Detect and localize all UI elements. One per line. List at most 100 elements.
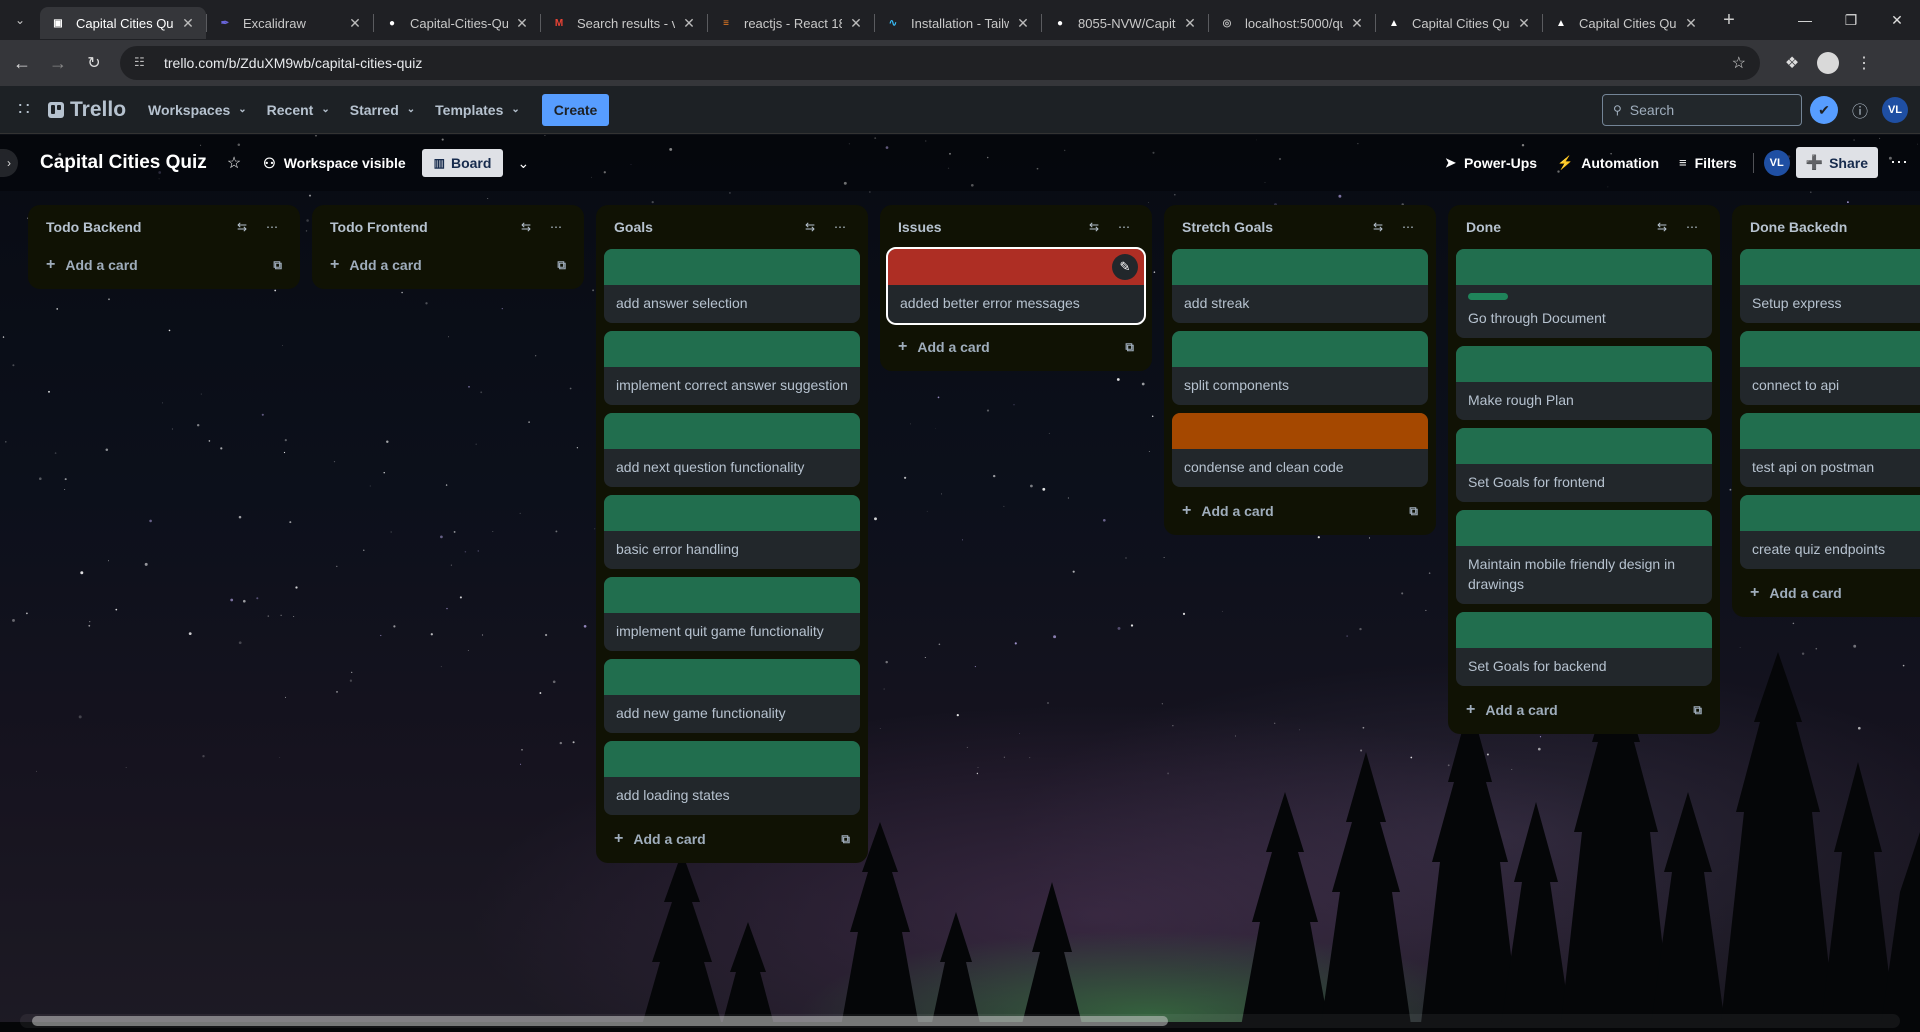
browser-tab[interactable]: ∿ Installation - Tailw ✕ xyxy=(875,7,1041,39)
browser-tab[interactable]: M Search results - vi ✕ xyxy=(541,7,707,39)
back-icon[interactable]: ← xyxy=(4,45,40,81)
card[interactable]: Maintain mobile friendly design in drawi… xyxy=(1456,510,1712,604)
nav-templates[interactable]: Templates ⌄ xyxy=(425,94,530,126)
close-window-icon[interactable]: ✕ xyxy=(1874,0,1920,40)
board-view-button[interactable]: ▥ Board xyxy=(421,149,504,177)
browser-tab[interactable]: ◎ localhost:5000/qu ✕ xyxy=(1209,7,1375,39)
extensions-icon[interactable]: ❖ xyxy=(1774,53,1810,73)
list-title[interactable]: Done Backedn xyxy=(1750,219,1920,235)
list-title[interactable]: Todo Backend xyxy=(46,219,224,235)
list-title[interactable]: Goals xyxy=(614,219,792,235)
trello-logo[interactable]: Trello xyxy=(48,98,126,122)
create-from-template-icon[interactable]: ⧉ xyxy=(1125,340,1134,355)
close-tab-icon[interactable]: ✕ xyxy=(848,15,864,32)
help-icon[interactable]: ⓘ xyxy=(1844,98,1876,122)
list-menu-icon[interactable]: ⋯ xyxy=(828,220,852,234)
filters-button[interactable]: ≡ Filters xyxy=(1669,149,1747,177)
minimize-icon[interactable]: — xyxy=(1782,0,1828,40)
collapse-list-icon[interactable]: ⇆ xyxy=(1082,220,1106,234)
close-tab-icon[interactable]: ✕ xyxy=(347,15,363,32)
chevron-down-icon[interactable]: ⌄ xyxy=(517,155,529,172)
edit-card-icon[interactable]: ✎ xyxy=(1112,254,1138,280)
card[interactable]: condense and clean code xyxy=(1172,413,1428,487)
card[interactable]: implement correct answer suggestion xyxy=(604,331,860,405)
close-tab-icon[interactable]: ✕ xyxy=(1015,15,1031,32)
nav-starred[interactable]: Starred ⌄ xyxy=(340,94,425,126)
browser-tab[interactable]: ▣ Capital Cities Quiz ✕ xyxy=(40,7,206,39)
browser-tab[interactable]: ● Capital-Cities-Qui ✕ xyxy=(374,7,540,39)
card[interactable]: add new game functionality xyxy=(604,659,860,733)
horizontal-scrollbar-thumb[interactable] xyxy=(32,1016,1168,1026)
nav-workspaces[interactable]: Workspaces ⌄ xyxy=(138,94,257,126)
card[interactable]: add streak xyxy=(1172,249,1428,323)
list-title[interactable]: Issues xyxy=(898,219,1076,235)
reload-icon[interactable]: ↻ xyxy=(76,45,112,81)
card[interactable]: split components xyxy=(1172,331,1428,405)
nav-recent[interactable]: Recent ⌄ xyxy=(257,94,340,126)
share-button[interactable]: ➕ Share xyxy=(1795,147,1878,178)
card[interactable]: implement quit game functionality xyxy=(604,577,860,651)
card[interactable]: add next question functionality xyxy=(604,413,860,487)
expand-sidebar-button[interactable]: › xyxy=(0,149,18,177)
url-field[interactable]: ☷ trello.com/b/ZduXM9wb/capital-cities-q… xyxy=(120,46,1760,80)
card[interactable]: Setup express xyxy=(1740,249,1920,323)
list-title[interactable]: Todo Frontend xyxy=(330,219,508,235)
browser-tab[interactable]: ≡ reactjs - React 18: ✕ xyxy=(708,7,874,39)
profile-avatar[interactable] xyxy=(1810,52,1846,74)
list-menu-icon[interactable]: ⋯ xyxy=(1112,220,1136,234)
collapse-list-icon[interactable]: ⇆ xyxy=(230,220,254,234)
member-avatar[interactable]: VL xyxy=(1763,149,1790,176)
search-input[interactable]: ⚲ Search xyxy=(1602,94,1802,126)
close-tab-icon[interactable]: ✕ xyxy=(1182,15,1198,32)
collapse-list-icon[interactable]: ⇆ xyxy=(1650,220,1674,234)
card[interactable]: connect to api xyxy=(1740,331,1920,405)
card[interactable]: added better error messages ✎ xyxy=(886,247,1146,325)
list-menu-icon[interactable]: ⋯ xyxy=(260,220,284,234)
list-title[interactable]: Stretch Goals xyxy=(1182,219,1360,235)
collapse-list-icon[interactable]: ⇆ xyxy=(1366,220,1390,234)
browser-tab[interactable]: ▲ Capital Cities Quiz ✕ xyxy=(1376,7,1542,39)
card[interactable]: Set Goals for frontend xyxy=(1456,428,1712,502)
create-from-template-icon[interactable]: ⧉ xyxy=(557,258,566,273)
card[interactable]: test api on postman xyxy=(1740,413,1920,487)
bookmark-star-icon[interactable]: ☆ xyxy=(1732,53,1746,73)
forward-icon[interactable]: → xyxy=(40,45,76,81)
account-avatar[interactable]: VL xyxy=(1882,97,1908,123)
new-tab-button[interactable]: + xyxy=(1713,9,1745,32)
power-ups-button[interactable]: ➤ Power-Ups xyxy=(1435,149,1547,177)
create-from-template-icon[interactable]: ⧉ xyxy=(1693,703,1702,718)
more-options-icon[interactable]: ⋯ xyxy=(1890,152,1908,173)
card[interactable]: add answer selection xyxy=(604,249,860,323)
close-tab-icon[interactable]: ✕ xyxy=(1683,15,1699,32)
collapse-list-icon[interactable]: ⇆ xyxy=(798,220,822,234)
list-menu-icon[interactable]: ⋯ xyxy=(544,220,568,234)
card[interactable]: Go through Document xyxy=(1456,249,1712,338)
close-tab-icon[interactable]: ✕ xyxy=(514,15,530,32)
add-card-button[interactable]: + Add a card ⧉ xyxy=(888,331,1144,363)
board-title[interactable]: Capital Cities Quiz xyxy=(40,152,207,174)
card[interactable]: Set Goals for backend xyxy=(1456,612,1712,686)
create-from-template-icon[interactable]: ⧉ xyxy=(273,258,282,273)
create-from-template-icon[interactable]: ⧉ xyxy=(1409,504,1418,519)
star-board-icon[interactable]: ☆ xyxy=(227,153,241,173)
app-switcher-icon[interactable]: ∷ xyxy=(8,99,40,120)
add-card-button[interactable]: + Add a card ⧉ xyxy=(1456,694,1712,726)
close-tab-icon[interactable]: ✕ xyxy=(180,15,196,32)
list-menu-icon[interactable]: ⋯ xyxy=(1396,220,1420,234)
card-label[interactable] xyxy=(1468,293,1508,300)
close-tab-icon[interactable]: ✕ xyxy=(1516,15,1532,32)
restore-icon[interactable]: ❐ xyxy=(1828,0,1874,40)
card[interactable]: basic error handling xyxy=(604,495,860,569)
close-tab-icon[interactable]: ✕ xyxy=(681,15,697,32)
add-card-button[interactable]: + Add a card ⧉ xyxy=(604,823,860,855)
browser-menu-icon[interactable]: ⋮ xyxy=(1846,53,1882,73)
close-tab-icon[interactable]: ✕ xyxy=(1349,15,1365,32)
browser-tab[interactable]: ✒ Excalidraw ✕ xyxy=(207,7,373,39)
automation-button[interactable]: ⚡ Automation xyxy=(1547,149,1669,177)
browser-tab[interactable]: ● 8055-NVW/Capit ✕ xyxy=(1042,7,1208,39)
list-title[interactable]: Done xyxy=(1466,219,1644,235)
add-card-button[interactable]: + Add a card ⧉ xyxy=(1172,495,1428,527)
notifications-icon[interactable]: ✔ xyxy=(1810,96,1838,124)
browser-tab[interactable]: ▲ Capital Cities Quiz ✕ xyxy=(1543,7,1709,39)
create-button[interactable]: Create xyxy=(541,93,610,126)
